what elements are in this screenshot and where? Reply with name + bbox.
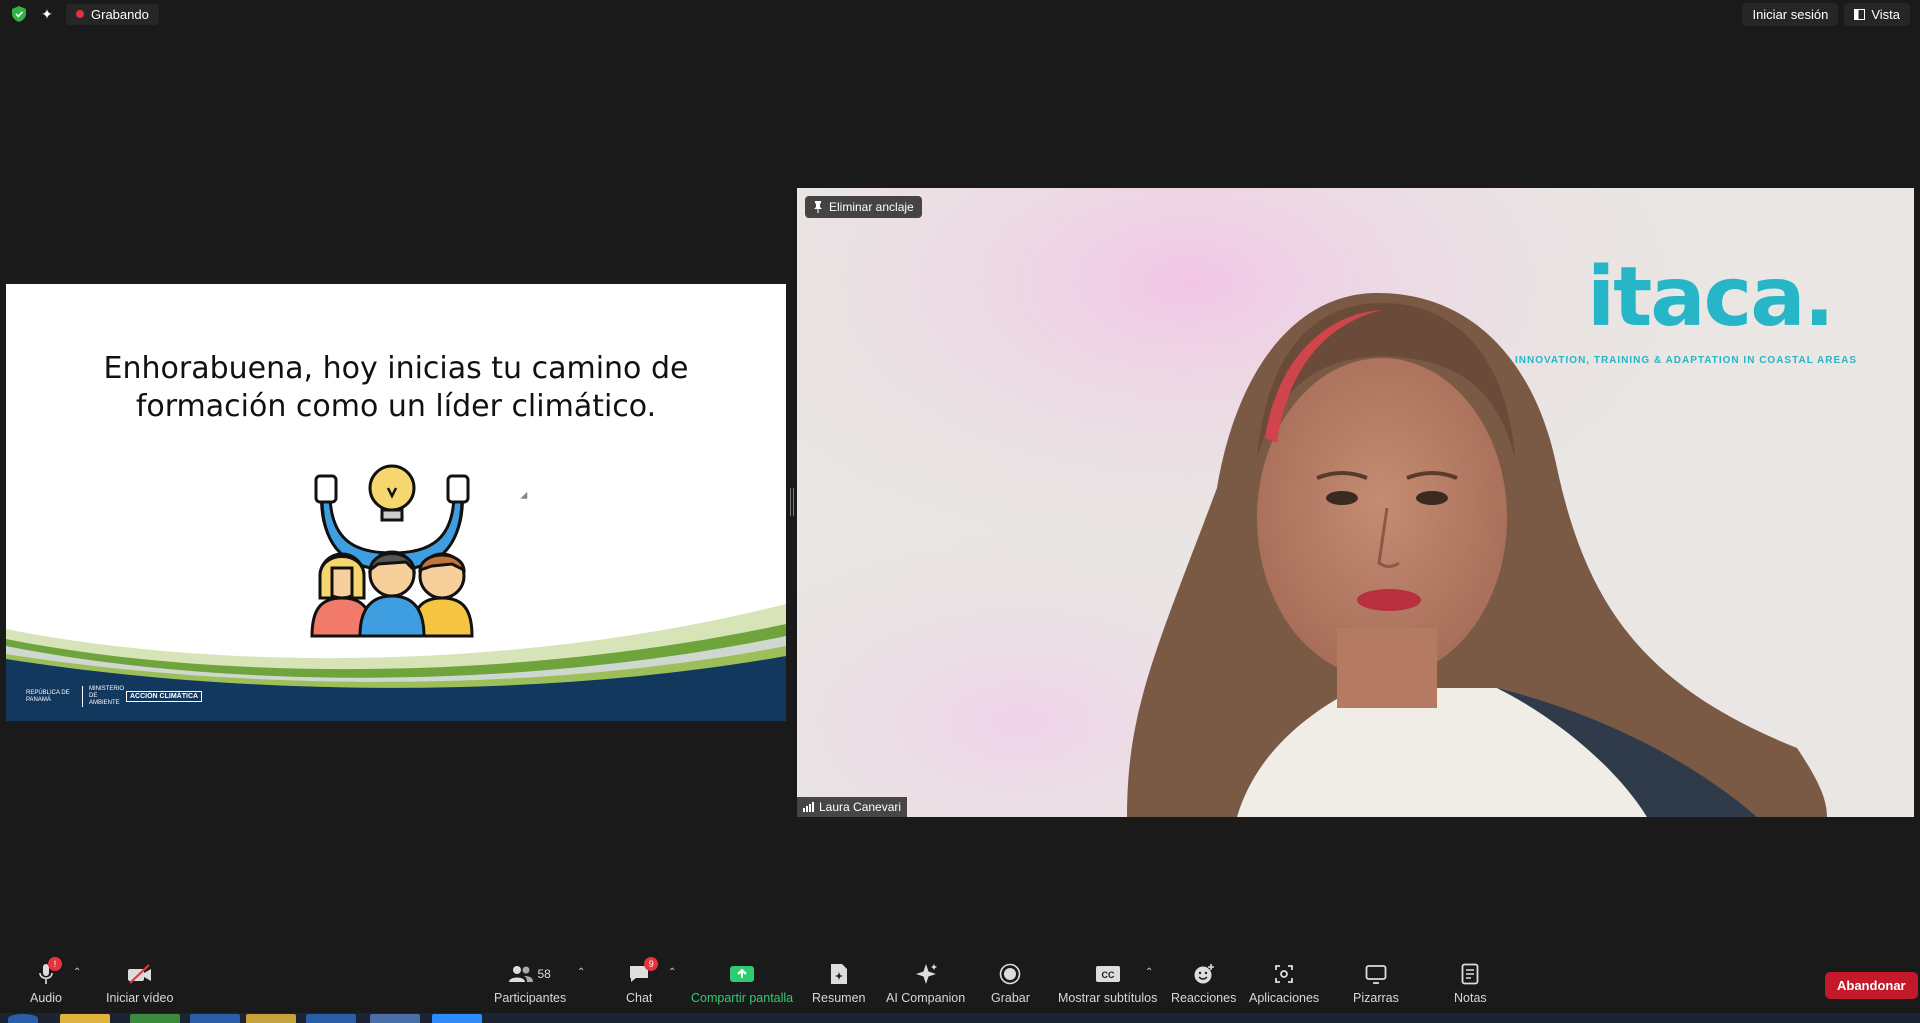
participant-name: Laura Canevari — [819, 800, 902, 814]
ai-sparkle-icon[interactable]: ✦ — [38, 5, 56, 23]
ai-companion-sparkle-icon — [915, 964, 937, 984]
view-icon — [1854, 8, 1866, 20]
audio-options-chevron-icon[interactable]: ⌃ — [73, 967, 81, 978]
apps-button[interactable]: Aplicaciones — [1249, 961, 1319, 1005]
slide-title-line-2: formación como un líder climático. — [135, 389, 657, 424]
split-resize-handle[interactable] — [790, 488, 794, 516]
start-video-button[interactable]: Iniciar vídeo — [106, 961, 173, 1005]
participants-label: Participantes — [494, 991, 567, 1005]
taskbar-chrome-icon[interactable] — [130, 1014, 180, 1023]
chat-button[interactable]: 9 Chat — [626, 957, 659, 1005]
pin-icon — [814, 201, 822, 213]
share-screen-button[interactable]: Compartir pantalla — [691, 961, 793, 1005]
video-off-icon — [127, 964, 151, 984]
show-subtitles-label: Mostrar subtítulos — [1058, 991, 1158, 1005]
slide-title: Enhorabuena, hoy inicias tu camino de fo… — [6, 350, 786, 426]
subtitles-options-chevron-icon[interactable]: ⌃ — [1145, 967, 1153, 978]
chat-options-chevron-icon[interactable]: ⌃ — [668, 967, 676, 978]
view-label: Vista — [1871, 6, 1900, 22]
taskbar-app-icon[interactable] — [190, 1014, 240, 1023]
taskbar-app4-icon[interactable] — [370, 1014, 420, 1023]
taskbar-app3-icon[interactable] — [306, 1014, 356, 1023]
shared-slide[interactable]: Enhorabuena, hoy inicias tu camino de fo… — [6, 284, 786, 721]
whiteboards-button[interactable]: Pizarras — [1353, 961, 1399, 1005]
taskbar-explorer-icon[interactable] — [60, 1014, 110, 1023]
summary-button[interactable]: Resumen — [812, 961, 866, 1005]
climate-leaders-illustration — [310, 464, 474, 638]
record-button[interactable]: Grabar — [991, 961, 1030, 1005]
show-subtitles-button[interactable]: CC Mostrar subtítulos — [1058, 961, 1157, 1005]
participants-button[interactable]: 58 Participantes — [494, 961, 566, 1005]
participants-count: 58 — [537, 967, 551, 981]
audio-warning-badge: ! — [47, 957, 62, 971]
audio-button[interactable]: ! Audio — [30, 957, 62, 1005]
reactions-label: Reacciones — [1171, 991, 1237, 1005]
slide-footer-logos: REPÚBLICA DE PANAMÁ MINISTERIO DE AMBIEN… — [26, 686, 203, 707]
chat-unread-badge: 9 — [644, 957, 659, 971]
apps-icon — [1275, 965, 1293, 983]
view-button[interactable]: Vista — [1844, 2, 1910, 26]
reactions-button[interactable]: Reacciones — [1171, 961, 1236, 1005]
svg-text:CC: CC — [1101, 970, 1114, 980]
speaker-video[interactable]: itaca. INNOVATION, TRAINING & ADAPTATION… — [797, 188, 1914, 817]
reactions-emoji-icon — [1194, 964, 1214, 984]
share-screen-label: Compartir pantalla — [691, 991, 794, 1005]
unpin-button[interactable]: Eliminar anclaje — [805, 196, 922, 218]
leave-meeting-button[interactable]: Abandonar — [1825, 972, 1918, 999]
closed-captions-icon: CC — [1095, 966, 1120, 982]
summary-icon — [830, 964, 847, 984]
signal-bars-icon — [803, 802, 814, 812]
recording-indicator[interactable]: Grabando — [66, 3, 159, 25]
notes-button[interactable]: Notas — [1454, 961, 1487, 1005]
recording-dot-icon — [76, 10, 84, 18]
meeting-toolbar: ! Audio ⌃ Iniciar vídeo 58 Participantes… — [0, 955, 1920, 1015]
whiteboard-icon — [1365, 965, 1387, 984]
summary-label: Resumen — [812, 991, 866, 1005]
apps-label: Aplicaciones — [1249, 991, 1320, 1005]
participants-options-chevron-icon[interactable]: ⌃ — [577, 967, 585, 978]
top-bar: ✦ Grabando Iniciar sesión Vista — [0, 0, 1920, 28]
unpin-label: Eliminar anclaje — [829, 200, 914, 214]
participants-icon — [509, 966, 534, 982]
record-label: Grabar — [991, 991, 1030, 1005]
signin-button[interactable]: Iniciar sesión — [1742, 2, 1839, 26]
taskbar-start-icon[interactable] — [8, 1014, 38, 1023]
record-icon — [1000, 963, 1021, 985]
itaca-subtitle: INNOVATION, TRAINING & ADAPTATION IN COA… — [1515, 355, 1858, 366]
audio-label: Audio — [30, 991, 62, 1005]
slide-title-line-1: Enhorabuena, hoy inicias tu camino de — [103, 351, 689, 386]
chat-label: Chat — [626, 991, 653, 1005]
recording-label: Grabando — [91, 6, 149, 22]
ministerio-logo: MINISTERIO DE AMBIENTE — [82, 686, 124, 707]
notes-label: Notas — [1454, 991, 1487, 1005]
ai-companion-button[interactable]: AI Companion — [886, 961, 965, 1005]
panama-logo: REPÚBLICA DE PANAMÁ — [26, 689, 70, 703]
taskbar-app2-icon[interactable] — [246, 1014, 296, 1023]
whiteboards-label: Pizarras — [1353, 991, 1399, 1005]
taskbar-zoom-icon[interactable] — [432, 1014, 482, 1023]
start-video-label: Iniciar vídeo — [106, 991, 174, 1005]
itaca-logo: itaca. — [1587, 250, 1835, 345]
accion-climatica-logo: ACCIÓN CLIMÁTICA — [126, 691, 203, 702]
notes-icon — [1461, 963, 1479, 985]
security-shield-icon[interactable] — [10, 5, 28, 23]
participant-name-tag: Laura Canevari — [797, 797, 908, 817]
ai-companion-label: AI Companion — [886, 991, 966, 1005]
share-screen-icon — [730, 966, 755, 982]
signin-label: Iniciar sesión — [1752, 6, 1829, 22]
